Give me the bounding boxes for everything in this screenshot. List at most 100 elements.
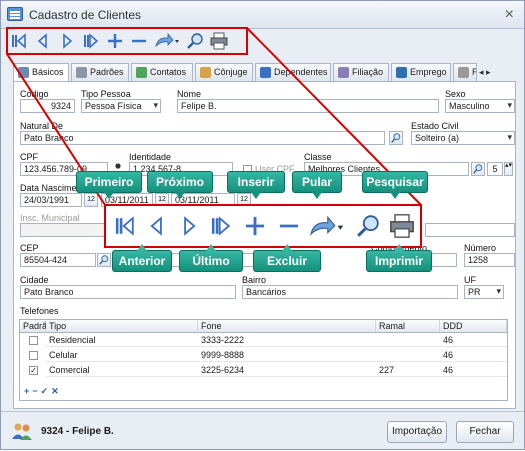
calendar-icon[interactable]: 12 <box>84 193 98 207</box>
col-header[interactable]: Fone <box>198 320 376 333</box>
search-class-icon[interactable] <box>471 162 485 176</box>
table-cell[interactable]: Comercial <box>46 363 198 377</box>
table-cell[interactable]: 3225-6234 <box>198 363 376 377</box>
right-aux-field[interactable] <box>425 223 515 237</box>
table-cell[interactable]: Residencial <box>46 333 198 347</box>
col-header[interactable]: Ramal <box>376 320 440 333</box>
col-header[interactable]: DDD <box>440 320 507 333</box>
tab-label: Filiação <box>352 67 384 77</box>
insert-icon[interactable] <box>105 31 125 51</box>
table-cell[interactable]: Celular <box>46 348 198 362</box>
print-icon[interactable] <box>209 31 229 51</box>
classe-spinner[interactable]: ▴▾ <box>504 162 513 176</box>
tab-scroll-arrows[interactable]: ◂ ▸ <box>479 67 491 78</box>
contacts-icon <box>136 67 147 78</box>
search-cep-icon[interactable] <box>97 253 111 267</box>
import-button[interactable]: Importação <box>387 421 447 443</box>
default-checkbox[interactable] <box>29 351 38 360</box>
nome-field[interactable]: Felipe B. <box>177 99 439 113</box>
search-icon[interactable] <box>185 31 205 51</box>
callout-ultimo: Último <box>179 244 243 272</box>
search-city-icon[interactable] <box>389 131 403 145</box>
tab-dependentes[interactable]: Dependentes <box>255 63 331 81</box>
callout-pesquisar: Pesquisar <box>362 171 428 199</box>
callout-pular: Pular <box>292 171 342 199</box>
natural-field[interactable]: Pato Branco <box>20 131 385 145</box>
last-record-icon[interactable] <box>208 213 234 239</box>
uf-select[interactable]: PR <box>464 285 504 299</box>
col-header[interactable]: Padrã <box>20 320 47 333</box>
grid-delete-button[interactable]: − <box>32 386 40 396</box>
col-header[interactable]: Tipo <box>46 320 198 333</box>
delete-icon[interactable] <box>276 213 302 239</box>
first-record-icon[interactable] <box>112 213 138 239</box>
toolbar <box>9 31 249 53</box>
spouse-icon <box>200 67 211 78</box>
grid-post-button[interactable]: ✓ <box>41 386 52 396</box>
close-button[interactable]: × <box>505 6 514 24</box>
insert-icon[interactable] <box>242 213 268 239</box>
table-cell[interactable]: 9999-8888 <box>198 348 376 362</box>
window-title: Cadastro de Clientes <box>29 8 142 22</box>
default-checkbox-checked[interactable]: ✓ <box>29 366 38 375</box>
grid-cancel-button[interactable]: ✕ <box>51 386 62 396</box>
parents-icon <box>338 67 349 78</box>
table-cell[interactable]: 3333-2222 <box>198 333 376 347</box>
classe-label: Classe <box>304 152 332 162</box>
print-icon[interactable] <box>388 212 416 240</box>
table-cell[interactable] <box>376 348 440 362</box>
cidade-field[interactable]: Pato Branco <box>20 285 236 299</box>
job-icon <box>396 67 407 78</box>
nome-label: Nome <box>177 89 202 99</box>
tab-padroes[interactable]: Padrões <box>71 63 129 81</box>
next-record-icon[interactable] <box>57 31 77 51</box>
close-form-button[interactable]: Fechar <box>456 421 514 443</box>
footer: 9324 - Felipe B. Importação Fechar <box>1 411 524 449</box>
next-record-icon[interactable] <box>176 213 202 239</box>
data-nasc-label: Data Nascimen <box>20 183 82 193</box>
table-cell[interactable]: 46 <box>440 363 507 377</box>
users-icon <box>12 423 32 440</box>
table-cell[interactable]: 46 <box>440 348 507 362</box>
search-icon[interactable] <box>354 212 382 240</box>
tab-label: Contatos <box>150 67 187 77</box>
sexo-select[interactable]: Masculino <box>445 99 515 113</box>
previous-record-icon[interactable] <box>144 213 170 239</box>
first-record-icon[interactable] <box>9 31 29 51</box>
estado-civil-label: Estado Civil <box>411 121 459 131</box>
default-checkbox[interactable] <box>29 336 38 345</box>
previous-record-icon[interactable] <box>33 31 53 51</box>
classe-code-field[interactable]: 5 <box>487 162 503 176</box>
table-cell[interactable]: 227 <box>376 363 440 377</box>
tab-conjuge[interactable]: Cônjuge <box>195 63 253 81</box>
tab-more[interactable]: R <box>453 63 477 81</box>
tipo-pessoa-label: Tipo Pessoa <box>81 89 131 99</box>
callout-excluir: Excluir <box>253 244 321 272</box>
estado-civil-select[interactable]: Solteiro (a) <box>411 131 515 145</box>
identidade-label: Identidade <box>129 152 172 162</box>
tipo-pessoa-select[interactable]: Pessoa Física <box>81 99 161 113</box>
tab-label: Emprego <box>410 67 447 77</box>
numero-field[interactable]: 1258 <box>464 253 515 267</box>
data-nasc-field[interactable]: 24/03/1991 <box>20 193 82 207</box>
skip-icon[interactable] <box>306 213 344 241</box>
insc-municipal-field[interactable] <box>20 223 108 237</box>
callout-proximo: Próximo <box>147 171 213 199</box>
cidade-label: Cidade <box>20 275 49 285</box>
tab-emprego[interactable]: Emprego <box>391 63 451 81</box>
table-cell[interactable]: 46 <box>440 333 507 347</box>
bairro-field[interactable]: Bancários <box>242 285 458 299</box>
cep-field[interactable]: 85504-424 <box>20 253 96 267</box>
tab-contatos[interactable]: Contatos <box>131 63 193 81</box>
tab-label: Cônjuge <box>214 67 248 77</box>
skip-icon[interactable] <box>153 31 179 51</box>
tab-label: R <box>472 67 476 77</box>
tab-basicos[interactable]: Básicos <box>13 63 69 82</box>
codigo-field[interactable]: 9324 <box>20 99 75 113</box>
tab-bar: Básicos Padrões Contatos Cônjuge Depende… <box>13 63 513 82</box>
document-icon <box>18 67 29 78</box>
table-cell[interactable] <box>376 333 440 347</box>
delete-icon[interactable] <box>129 31 149 51</box>
last-record-icon[interactable] <box>81 31 101 51</box>
tab-filiacao[interactable]: Filiação <box>333 63 389 81</box>
